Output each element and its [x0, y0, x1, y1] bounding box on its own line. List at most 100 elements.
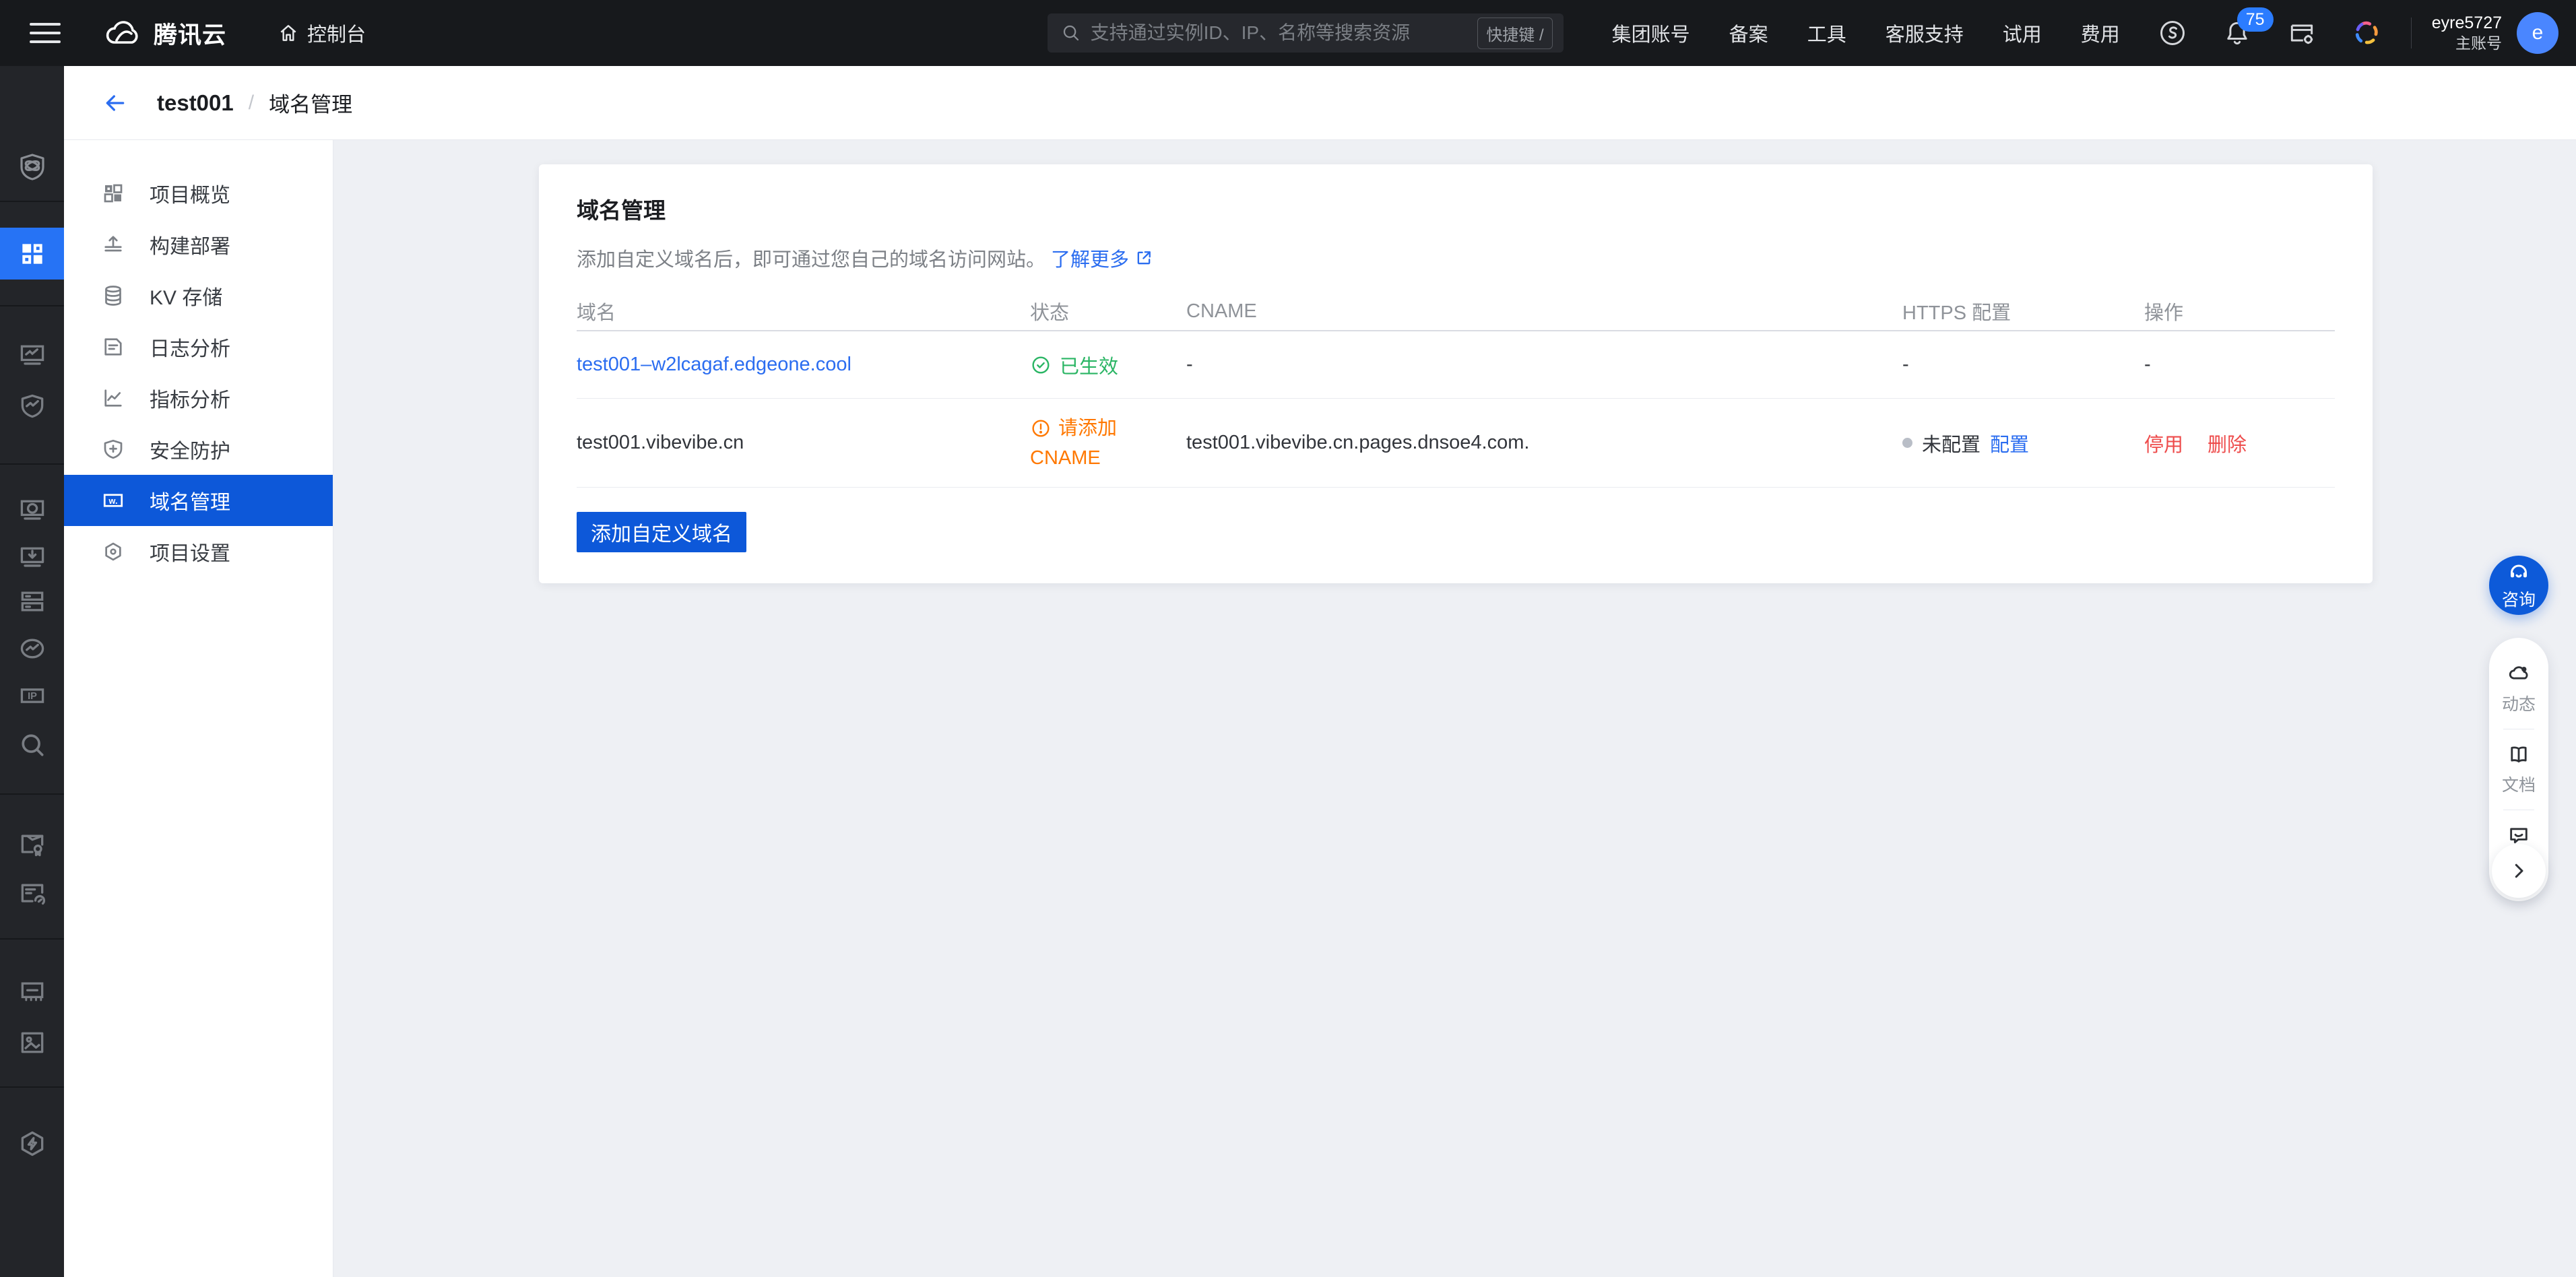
nav-icp-filing[interactable]: 备案 [1729, 19, 1768, 47]
sidebar-item-label: 安全防护 [150, 434, 230, 464]
description-text: 添加自定义域名后，即可通过您自己的域名访问网站。 [577, 244, 1045, 272]
sidebar-item-log-analysis[interactable]: 日志分析 [64, 321, 333, 372]
nav-tools[interactable]: 工具 [1807, 19, 1846, 47]
docs-button[interactable]: 文档 [2502, 736, 2536, 803]
feedback-pinwheel-icon[interactable] [2352, 18, 2381, 48]
disable-domain-link[interactable]: 停用 [2144, 429, 2183, 457]
consult-button[interactable]: 咨询 [2489, 556, 2548, 615]
rail-monitor-refresh-icon[interactable] [18, 496, 47, 525]
sidebar-item-label: 日志分析 [150, 332, 230, 362]
delete-domain-link[interactable]: 删除 [2208, 429, 2247, 457]
collapse-toolbar-button[interactable] [2492, 844, 2546, 898]
sidebar-item-kv-storage[interactable]: KV 存储 [64, 270, 333, 321]
rail-server-stack-icon[interactable] [18, 587, 47, 616]
console-label: 控制台 [307, 19, 366, 47]
hamburger-menu-icon[interactable] [30, 18, 61, 48]
back-arrow-icon[interactable] [102, 90, 129, 117]
rail-globe-chart-icon[interactable] [18, 634, 47, 663]
topbar-icon-group: 75 [2158, 18, 2381, 48]
col-header-domain: 域名 [577, 297, 1030, 325]
table-row: test001.vibevibe.cn 请添加 CNAME test001.vi… [577, 399, 2335, 488]
sidebar-item-label: 域名管理 [150, 486, 230, 515]
nav-billing[interactable]: 费用 [2081, 19, 2120, 47]
docs-label: 文档 [2502, 772, 2536, 796]
database-icon [101, 284, 125, 308]
status-text-line2: CNAME [1030, 447, 1101, 469]
nav-trial[interactable]: 试用 [2003, 19, 2042, 47]
headset-icon [2507, 560, 2531, 584]
rail-certificate-icon[interactable] [18, 830, 47, 859]
rail-monitor-download-icon[interactable] [18, 543, 47, 572]
svg-text:IP: IP [28, 691, 37, 702]
shortcut-hint: 快捷键 / [1477, 18, 1552, 49]
news-button[interactable]: 动态 [2502, 655, 2536, 722]
https-configure-link[interactable]: 配置 [1990, 429, 2029, 457]
https-state: 未配置 [1922, 429, 1981, 457]
news-label: 动态 [2502, 691, 2536, 715]
breadcrumb: test001 / 域名管理 [64, 66, 2576, 140]
svg-text:w.: w. [108, 496, 118, 506]
icon-rail: IP [0, 66, 64, 1277]
global-search[interactable]: 快捷键 / [1048, 13, 1564, 53]
project-sidebar: 项目概览 构建部署 KV 存储 日志分析 指标分析 [64, 140, 333, 1277]
rail-image-icon[interactable] [18, 1028, 47, 1057]
document-icon [101, 335, 125, 359]
domain-text: test001.vibevibe.cn [577, 432, 1030, 454]
actions-value: - [2144, 354, 2335, 376]
account-info[interactable]: eyre5727 主账号 [2432, 12, 2502, 54]
topnav-links: 集团账号 备案 工具 客服支持 试用 费用 [1612, 19, 2120, 47]
breadcrumb-project[interactable]: test001 [157, 90, 234, 116]
rail-divider [0, 201, 64, 202]
search-icon [1061, 23, 1081, 43]
sidebar-item-metrics-analysis[interactable]: 指标分析 [64, 372, 333, 424]
domain-link[interactable]: test001–w2lcagaf.edgeone.cool [577, 354, 851, 375]
rail-doc-speed-icon[interactable] [18, 879, 47, 909]
status-text-line1: 请添加 [1058, 414, 1117, 443]
status-dot-icon [1902, 438, 1912, 448]
rail-divider [0, 1086, 64, 1088]
learn-more-link[interactable]: 了解更多 [1051, 244, 1153, 272]
tencent-cloud-logo[interactable]: 腾讯云 [105, 16, 226, 51]
sidebar-item-project-settings[interactable]: 项目设置 [64, 526, 333, 577]
brand-name: 腾讯云 [154, 16, 226, 51]
rail-hexagon-bolt-icon[interactable] [18, 1129, 47, 1158]
rail-chip-icon[interactable] [18, 977, 47, 1007]
console-settings-icon[interactable] [2287, 18, 2317, 48]
www-domain-icon: w. [101, 488, 125, 513]
search-input[interactable] [1091, 22, 1478, 44]
https-value: - [1902, 354, 2144, 376]
account-role: 主账号 [2432, 34, 2502, 54]
sidebar-item-build-deploy[interactable]: 构建部署 [64, 219, 333, 270]
rail-divider [0, 938, 64, 940]
status-badge: 请添加 CNAME [1030, 414, 1186, 469]
line-chart-icon [101, 386, 125, 410]
sidebar-item-label: KV 存储 [150, 281, 222, 310]
rail-search-icon[interactable] [18, 730, 47, 760]
edgeone-logo-icon[interactable] [16, 151, 49, 183]
sidebar-item-domain-management[interactable]: w. 域名管理 [64, 475, 333, 526]
cname-value: - [1186, 354, 1902, 376]
sidebar-item-project-overview[interactable]: 项目概览 [64, 168, 333, 219]
avatar[interactable]: e [2517, 12, 2558, 54]
nav-support[interactable]: 客服支持 [1886, 19, 1964, 47]
rail-divider [0, 463, 64, 465]
add-custom-domain-button[interactable]: 添加自定义域名 [577, 512, 746, 552]
sidebar-item-security[interactable]: 安全防护 [64, 424, 333, 475]
chevron-right-icon [2509, 861, 2529, 881]
rail-monitor-chart-icon[interactable] [18, 341, 47, 370]
grid-icon [101, 181, 125, 205]
page-title: 域名管理 [269, 88, 352, 118]
rail-ip-box-icon[interactable]: IP [18, 681, 47, 711]
support-circle-icon[interactable] [2158, 18, 2187, 48]
console-link[interactable]: 控制台 [278, 19, 366, 47]
top-navbar: 腾讯云 控制台 快捷键 / 集团账号 备案 工具 客服支持 试用 费用 [0, 0, 2576, 66]
notification-bell-icon[interactable]: 75 [2222, 18, 2252, 48]
rail-shield-chart-icon[interactable] [18, 391, 47, 421]
sidebar-item-label: 项目概览 [150, 178, 230, 208]
card-title: 域名管理 [577, 193, 2335, 225]
col-header-status: 状态 [1030, 297, 1186, 325]
rail-item-overview-active[interactable] [0, 228, 64, 280]
nav-group-account[interactable]: 集团账号 [1612, 19, 1690, 47]
table-header-row: 域名 状态 CNAME HTTPS 配置 操作 [577, 292, 2335, 331]
notification-count-badge: 75 [2237, 7, 2274, 32]
